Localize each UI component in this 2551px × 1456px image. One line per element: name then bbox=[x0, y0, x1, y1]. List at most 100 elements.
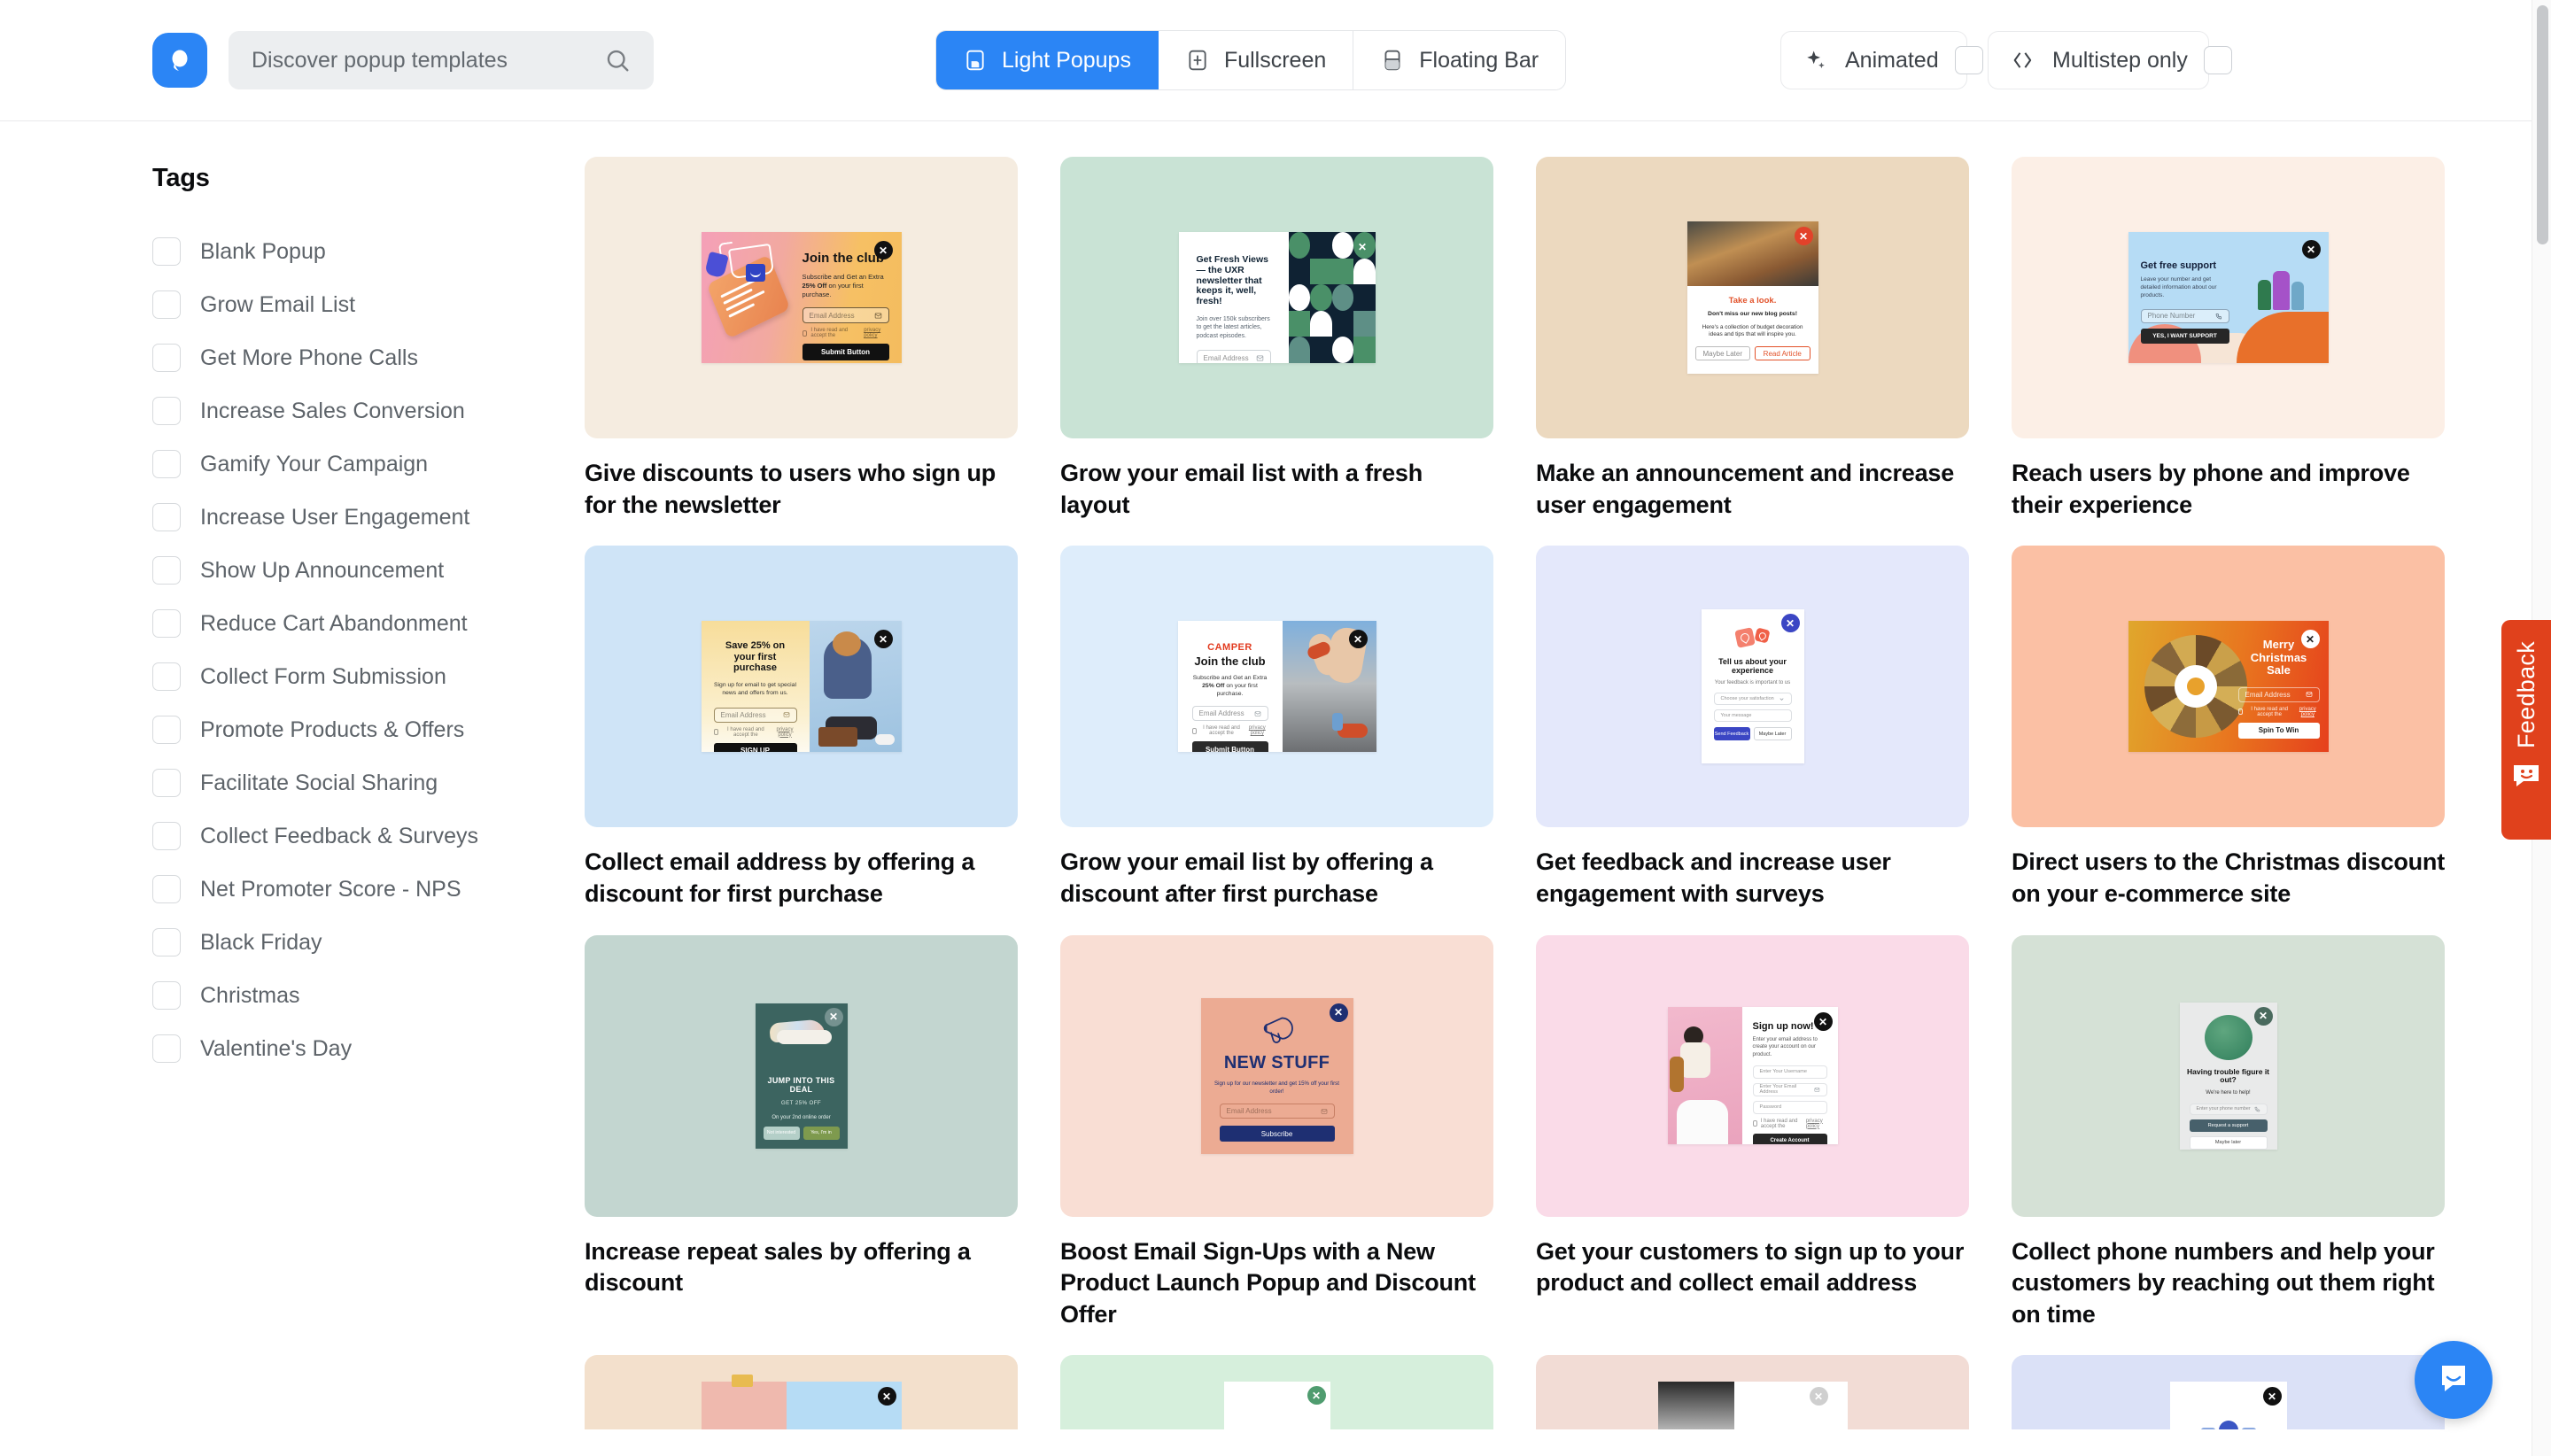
template-card[interactable]: Save 25% on your first purchase Sign up … bbox=[585, 546, 1018, 910]
template-thumbnail[interactable]: ✕ Take a look. Don't miss our new blog p… bbox=[1536, 157, 1969, 438]
tag-checkbox[interactable] bbox=[152, 716, 181, 744]
template-thumbnail[interactable]: ✕ Get free support Leave your number and… bbox=[2012, 157, 2445, 438]
search-icon[interactable] bbox=[604, 47, 631, 74]
close-icon: ✕ bbox=[1353, 237, 1372, 256]
template-thumbnail[interactable]: ✕ JUMP INTO THIS DEAL GET 25% OFF On you… bbox=[585, 935, 1018, 1217]
template-thumbnail[interactable]: ✕ Merry Christmas Sale Email Address I h… bbox=[2012, 546, 2445, 827]
tag-checkbox[interactable] bbox=[152, 822, 181, 850]
tag-row[interactable]: Collect Form Submission bbox=[152, 650, 585, 703]
template-card[interactable]: ✕ bbox=[2012, 1355, 2445, 1429]
template-card[interactable]: ✕ bbox=[585, 1355, 1018, 1429]
popup-consent: I have read and accept the bbox=[2246, 707, 2292, 717]
template-thumbnail[interactable]: ✕ NEW STUFF Sign up for our newsletter a… bbox=[1060, 935, 1493, 1217]
close-icon: ✕ bbox=[1349, 630, 1368, 648]
popup-field-placeholder: Email Address bbox=[810, 312, 855, 320]
feedback-tab[interactable]: Feedback bbox=[2501, 620, 2551, 840]
tag-checkbox[interactable] bbox=[152, 769, 181, 797]
popup-body: Join over 150k subscribers to get the la… bbox=[1197, 315, 1271, 340]
tag-checkbox[interactable] bbox=[152, 928, 181, 956]
template-thumbnail[interactable]: ✕ bbox=[2012, 1355, 2445, 1429]
tag-row[interactable]: Grow Email List bbox=[152, 278, 585, 331]
template-card[interactable]: CAMPER Join the club Subscribe and Get a… bbox=[1060, 546, 1493, 910]
tab-light-popups[interactable]: Light Popups bbox=[936, 31, 1159, 89]
template-card[interactable]: ✕ bbox=[1060, 1355, 1493, 1429]
template-thumbnail[interactable]: ✕ bbox=[1060, 1355, 1493, 1429]
popup-secondary-button: Maybe Later bbox=[1754, 727, 1792, 740]
template-thumbnail[interactable]: CAMPER Join the club Subscribe and Get a… bbox=[1060, 546, 1493, 827]
popup-field-placeholder: Phone Number bbox=[2148, 312, 2196, 320]
popup-body: On your 2nd online order bbox=[772, 1115, 830, 1120]
tag-row[interactable]: Promote Products & Offers bbox=[152, 703, 585, 756]
tag-row[interactable]: Gamify Your Campaign bbox=[152, 438, 585, 491]
template-card[interactable]: ✕ Take a look. Don't miss our new blog p… bbox=[1536, 157, 1969, 521]
popup-consent: I have read and accept the bbox=[722, 727, 769, 738]
template-card[interactable]: ✕ Sign up now! Enter your email address … bbox=[1536, 935, 1969, 1331]
template-card[interactable]: ✕ Merry Christmas Sale Email Address I h… bbox=[2012, 546, 2445, 910]
tag-row[interactable]: Net Promoter Score - NPS bbox=[152, 863, 585, 916]
tag-row[interactable]: Increase Sales Conversion bbox=[152, 384, 585, 438]
tag-row[interactable]: Facilitate Social Sharing bbox=[152, 756, 585, 809]
tag-checkbox[interactable] bbox=[152, 397, 181, 425]
tag-checkbox[interactable] bbox=[152, 609, 181, 638]
template-title: Collect phone numbers and help your cust… bbox=[2012, 1236, 2445, 1331]
model-photo bbox=[1668, 1007, 1742, 1144]
template-thumbnail[interactable]: ✕ Join the club Subscribe and Get an Ext… bbox=[585, 157, 1018, 438]
popup-body-1: Subscribe and Get an Extra bbox=[1193, 675, 1268, 681]
template-title: Reach users by phone and improve their e… bbox=[2012, 458, 2445, 521]
tab-fullscreen[interactable]: Fullscreen bbox=[1159, 31, 1353, 89]
template-thumbnail[interactable]: Get Fresh Views — the UXR newsletter tha… bbox=[1060, 157, 1493, 438]
popup-preview: ✕ Take a look. Don't miss our new blog p… bbox=[1687, 221, 1818, 374]
search-input[interactable] bbox=[252, 48, 604, 74]
tag-checkbox[interactable] bbox=[152, 1034, 181, 1063]
tag-row[interactable]: Show Up Announcement bbox=[152, 544, 585, 597]
tag-checkbox[interactable] bbox=[152, 662, 181, 691]
tag-row[interactable]: Black Friday bbox=[152, 916, 585, 969]
tab-fullscreen-label: Fullscreen bbox=[1224, 48, 1326, 74]
popup-body: Sign up for email to get special news an… bbox=[714, 681, 797, 697]
template-thumbnail[interactable]: Save 25% on your first purchase Sign up … bbox=[585, 546, 1018, 827]
template-thumbnail[interactable]: ✕ Tell us about your experience Your fee… bbox=[1536, 546, 1969, 827]
template-card[interactable]: ✕ JUMP INTO THIS DEAL GET 25% OFF On you… bbox=[585, 935, 1018, 1331]
template-thumbnail[interactable]: ✕ Having trouble figure it out? We're he… bbox=[2012, 935, 2445, 1217]
people-illustration bbox=[2258, 271, 2304, 310]
tag-checkbox[interactable] bbox=[152, 450, 181, 478]
chat-launcher-button[interactable] bbox=[2415, 1341, 2493, 1419]
tab-floating-bar[interactable]: Floating Bar bbox=[1353, 31, 1565, 89]
popupsmart-logo-icon[interactable] bbox=[152, 33, 207, 88]
template-card[interactable]: ✕ Having trouble figure it out? We're he… bbox=[2012, 935, 2445, 1331]
phone-icon bbox=[2215, 313, 2222, 320]
tag-checkbox[interactable] bbox=[152, 344, 181, 372]
tag-row[interactable]: Collect Feedback & Surveys bbox=[152, 809, 585, 863]
template-thumbnail[interactable]: ✕ Sign up now! Enter your email address … bbox=[1536, 935, 1969, 1217]
tag-checkbox[interactable] bbox=[152, 290, 181, 319]
tag-checkbox[interactable] bbox=[152, 875, 181, 903]
template-card[interactable]: ✕ Get free support Leave your number and… bbox=[2012, 157, 2445, 521]
template-card[interactable]: Win Sneakers ✕ bbox=[1536, 1355, 1969, 1429]
search-box[interactable] bbox=[229, 31, 654, 89]
tag-checkbox[interactable] bbox=[152, 556, 181, 585]
popup-body-2: 25% Off bbox=[803, 282, 827, 290]
template-card[interactable]: ✕ Tell us about your experience Your fee… bbox=[1536, 546, 1969, 910]
tag-row[interactable]: Reduce Cart Abandonment bbox=[152, 597, 585, 650]
tag-row[interactable]: Get More Phone Calls bbox=[152, 331, 585, 384]
tag-row[interactable]: Valentine's Day bbox=[152, 1022, 585, 1075]
popup-type-tabs[interactable]: Light Popups Fullscreen Floating Bar bbox=[935, 30, 1566, 90]
scrollbar-thumb[interactable] bbox=[2537, 5, 2548, 244]
template-card[interactable]: Get Fresh Views — the UXR newsletter tha… bbox=[1060, 157, 1493, 521]
tag-row[interactable]: Christmas bbox=[152, 969, 585, 1022]
template-thumbnail[interactable]: Win Sneakers ✕ bbox=[1536, 1355, 1969, 1429]
template-card[interactable]: ✕ Join the club Subscribe and Get an Ext… bbox=[585, 157, 1018, 521]
template-thumbnail[interactable]: ✕ bbox=[585, 1355, 1018, 1429]
filter-animated[interactable]: Animated bbox=[1780, 31, 1967, 89]
template-card[interactable]: ✕ NEW STUFF Sign up for our newsletter a… bbox=[1060, 935, 1493, 1331]
tag-checkbox[interactable] bbox=[152, 981, 181, 1010]
popup-primary-button: Request a support bbox=[2190, 1119, 2268, 1132]
filter-multistep-checkbox[interactable] bbox=[2204, 46, 2232, 74]
filter-animated-checkbox[interactable] bbox=[1955, 46, 1983, 74]
tag-row[interactable]: Blank Popup bbox=[152, 225, 585, 278]
tag-checkbox[interactable] bbox=[152, 237, 181, 266]
tag-row[interactable]: Increase User Engagement bbox=[152, 491, 585, 544]
tab-floating-bar-label: Floating Bar bbox=[1419, 48, 1539, 74]
filter-multistep[interactable]: Multistep only bbox=[1988, 31, 2209, 89]
tag-checkbox[interactable] bbox=[152, 503, 181, 531]
